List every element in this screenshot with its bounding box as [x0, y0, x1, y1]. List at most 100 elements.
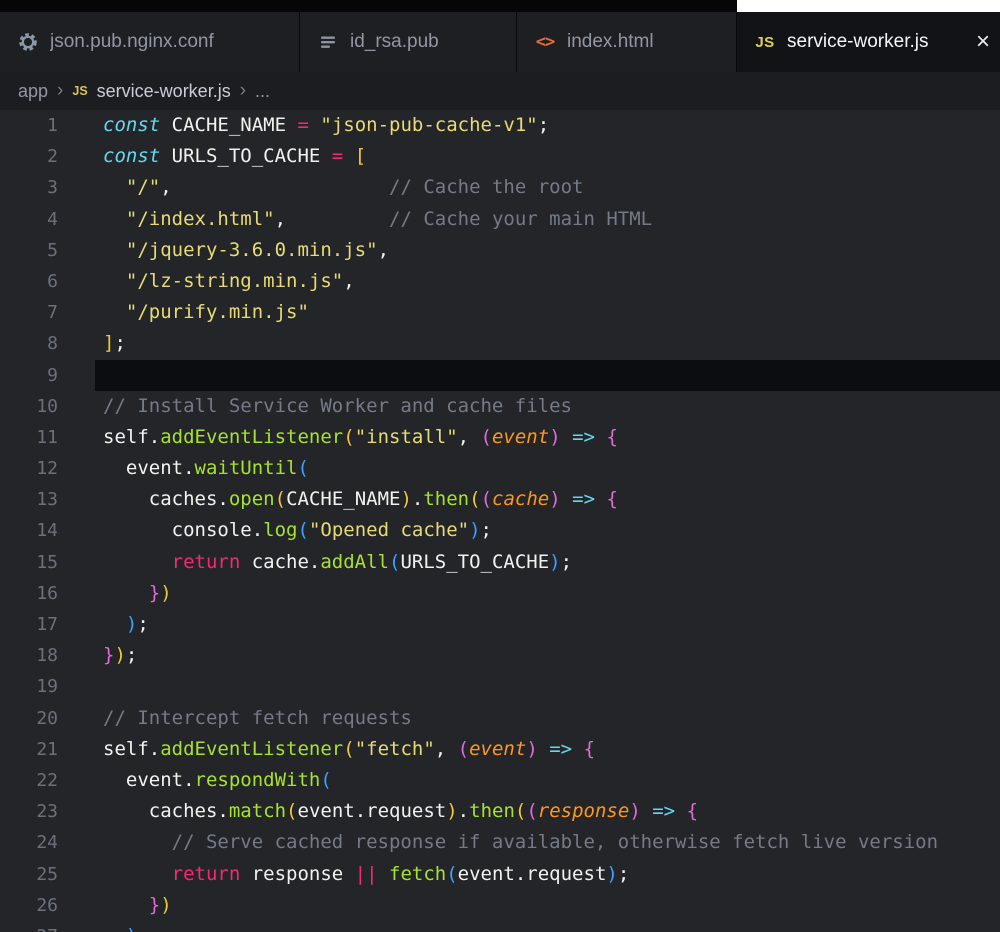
line-number[interactable]: 15: [0, 547, 58, 578]
code-text: }): [95, 890, 1000, 921]
line-number[interactable]: 7: [0, 297, 58, 328]
code-line[interactable]: 6 "/lz-string.min.js",: [0, 266, 1000, 297]
tab-label: service-worker.js: [787, 31, 928, 53]
tab-bar: json.pub.nginx.conf id_rsa.pub <> index.…: [0, 12, 1000, 72]
code-line[interactable]: 10 // Install Service Worker and cache fi…: [0, 391, 1000, 422]
code-text: // Serve cached response if available, o…: [95, 827, 1000, 858]
tab-index-html[interactable]: <> index.html: [517, 12, 737, 72]
code-text: // Install Service Worker and cache file…: [95, 391, 1000, 422]
code-line[interactable]: 27 );: [0, 921, 1000, 932]
code-line[interactable]: 7 "/purify.min.js": [0, 297, 1000, 328]
js-icon: JS: [72, 84, 87, 98]
code-line[interactable]: 3 "/", // Cache the root: [0, 172, 1000, 203]
file-lines-icon: [318, 32, 338, 52]
line-number[interactable]: 16: [0, 578, 58, 609]
line-number[interactable]: 22: [0, 765, 58, 796]
line-number[interactable]: 17: [0, 609, 58, 640]
code-text: [95, 360, 1000, 391]
code-text: event.respondWith(: [95, 765, 1000, 796]
line-number[interactable]: 24: [0, 827, 58, 858]
top-accent-bar: [0, 0, 1000, 12]
line-number[interactable]: 1: [0, 110, 58, 141]
breadcrumb-item-app[interactable]: app: [18, 81, 48, 102]
code-text: self.addEventListener("install", (event)…: [95, 422, 1000, 453]
html-icon: <>: [535, 32, 555, 52]
code-line[interactable]: 14 console.log("Opened cache");: [0, 515, 1000, 546]
code-line[interactable]: 13 caches.open(CACHE_NAME).then((cache) …: [0, 484, 1000, 515]
code-text: const URLS_TO_CACHE = [: [95, 141, 1000, 172]
code-line[interactable]: 15 return cache.addAll(URLS_TO_CACHE);: [0, 547, 1000, 578]
code-text: ];: [95, 328, 1000, 359]
line-number[interactable]: 9: [0, 360, 58, 391]
code-line[interactable]: 18});: [0, 640, 1000, 671]
line-number[interactable]: 6: [0, 266, 58, 297]
code-text: "/lz-string.min.js",: [95, 266, 1000, 297]
line-number[interactable]: 12: [0, 453, 58, 484]
tab-json-pub-nginx-conf[interactable]: json.pub.nginx.conf: [0, 12, 300, 72]
code-line[interactable]: 16 }): [0, 578, 1000, 609]
line-number[interactable]: 10: [0, 391, 58, 422]
code-line[interactable]: 9: [0, 360, 1000, 391]
code-text: // Intercept fetch requests: [95, 703, 1000, 734]
line-number[interactable]: 21: [0, 734, 58, 765]
code-text: caches.match(event.request).then((respon…: [95, 796, 1000, 827]
code-text: "/index.html", // Cache your main HTML: [95, 204, 1000, 235]
line-number[interactable]: 27: [0, 921, 58, 932]
code-text: event.waitUntil(: [95, 453, 1000, 484]
line-number[interactable]: 25: [0, 859, 58, 890]
code-text: );: [95, 609, 1000, 640]
tab-label: id_rsa.pub: [350, 31, 439, 53]
code-line[interactable]: 26 }): [0, 890, 1000, 921]
code-line[interactable]: 19: [0, 671, 1000, 702]
line-number[interactable]: 13: [0, 484, 58, 515]
code-text: );: [95, 921, 1000, 932]
line-number[interactable]: 11: [0, 422, 58, 453]
code-line[interactable]: 2 const URLS_TO_CACHE = [: [0, 141, 1000, 172]
code-line[interactable]: 12 event.waitUntil(: [0, 453, 1000, 484]
code-line[interactable]: 4 "/index.html", // Cache your main HTML: [0, 204, 1000, 235]
line-number[interactable]: 23: [0, 796, 58, 827]
code-line[interactable]: 23 caches.match(event.request).then((res…: [0, 796, 1000, 827]
code-line[interactable]: 8];: [0, 328, 1000, 359]
code-text: [95, 671, 1000, 702]
code-text: return cache.addAll(URLS_TO_CACHE);: [95, 547, 1000, 578]
line-number[interactable]: 5: [0, 235, 58, 266]
line-number[interactable]: 2: [0, 141, 58, 172]
line-number[interactable]: 20: [0, 703, 58, 734]
chevron-right-icon: ›: [240, 80, 246, 102]
code-text: console.log("Opened cache");: [95, 515, 1000, 546]
line-number[interactable]: 8: [0, 328, 58, 359]
code-text: "/jquery-3.6.0.min.js",: [95, 235, 1000, 266]
breadcrumb-item-file[interactable]: service-worker.js: [97, 81, 231, 102]
line-number[interactable]: 26: [0, 890, 58, 921]
code-text: self.addEventListener("fetch", (event) =…: [95, 734, 1000, 765]
code-line[interactable]: 1const CACHE_NAME = "json-pub-cache-v1";: [0, 110, 1000, 141]
code-text: }): [95, 578, 1000, 609]
code-line[interactable]: 17 );: [0, 609, 1000, 640]
code-line[interactable]: 11 self.addEventListener("install", (even…: [0, 422, 1000, 453]
close-icon[interactable]: ×: [974, 30, 992, 54]
breadcrumb-ellipsis[interactable]: ...: [255, 81, 270, 102]
line-number[interactable]: 3: [0, 172, 58, 203]
tab-label: index.html: [567, 31, 654, 53]
line-number[interactable]: 4: [0, 204, 58, 235]
code-line[interactable]: 25 return response || fetch(event.reques…: [0, 859, 1000, 890]
gear-icon: [18, 32, 38, 52]
code-text: });: [95, 640, 1000, 671]
code-text: return response || fetch(event.request);: [95, 859, 1000, 890]
code-editor[interactable]: 1const CACHE_NAME = "json-pub-cache-v1";…: [0, 110, 1000, 932]
code-text: "/purify.min.js": [95, 297, 1000, 328]
code-line[interactable]: 20 // Intercept fetch requests: [0, 703, 1000, 734]
tab-service-worker-js[interactable]: JS service-worker.js ×: [737, 12, 1000, 72]
tab-id-rsa-pub[interactable]: id_rsa.pub: [300, 12, 517, 72]
code-line[interactable]: 5 "/jquery-3.6.0.min.js",: [0, 235, 1000, 266]
code-line[interactable]: 22 event.respondWith(: [0, 765, 1000, 796]
vscode-window: json.pub.nginx.conf id_rsa.pub <> index.…: [0, 0, 1000, 932]
line-number[interactable]: 18: [0, 640, 58, 671]
code-line[interactable]: 24 // Serve cached response if available…: [0, 827, 1000, 858]
line-number[interactable]: 14: [0, 515, 58, 546]
line-number[interactable]: 19: [0, 671, 58, 702]
breadcrumb-bar: app › JS service-worker.js › ...: [0, 72, 1000, 110]
js-icon: JS: [755, 32, 775, 52]
code-line[interactable]: 21 self.addEventListener("fetch", (event)…: [0, 734, 1000, 765]
